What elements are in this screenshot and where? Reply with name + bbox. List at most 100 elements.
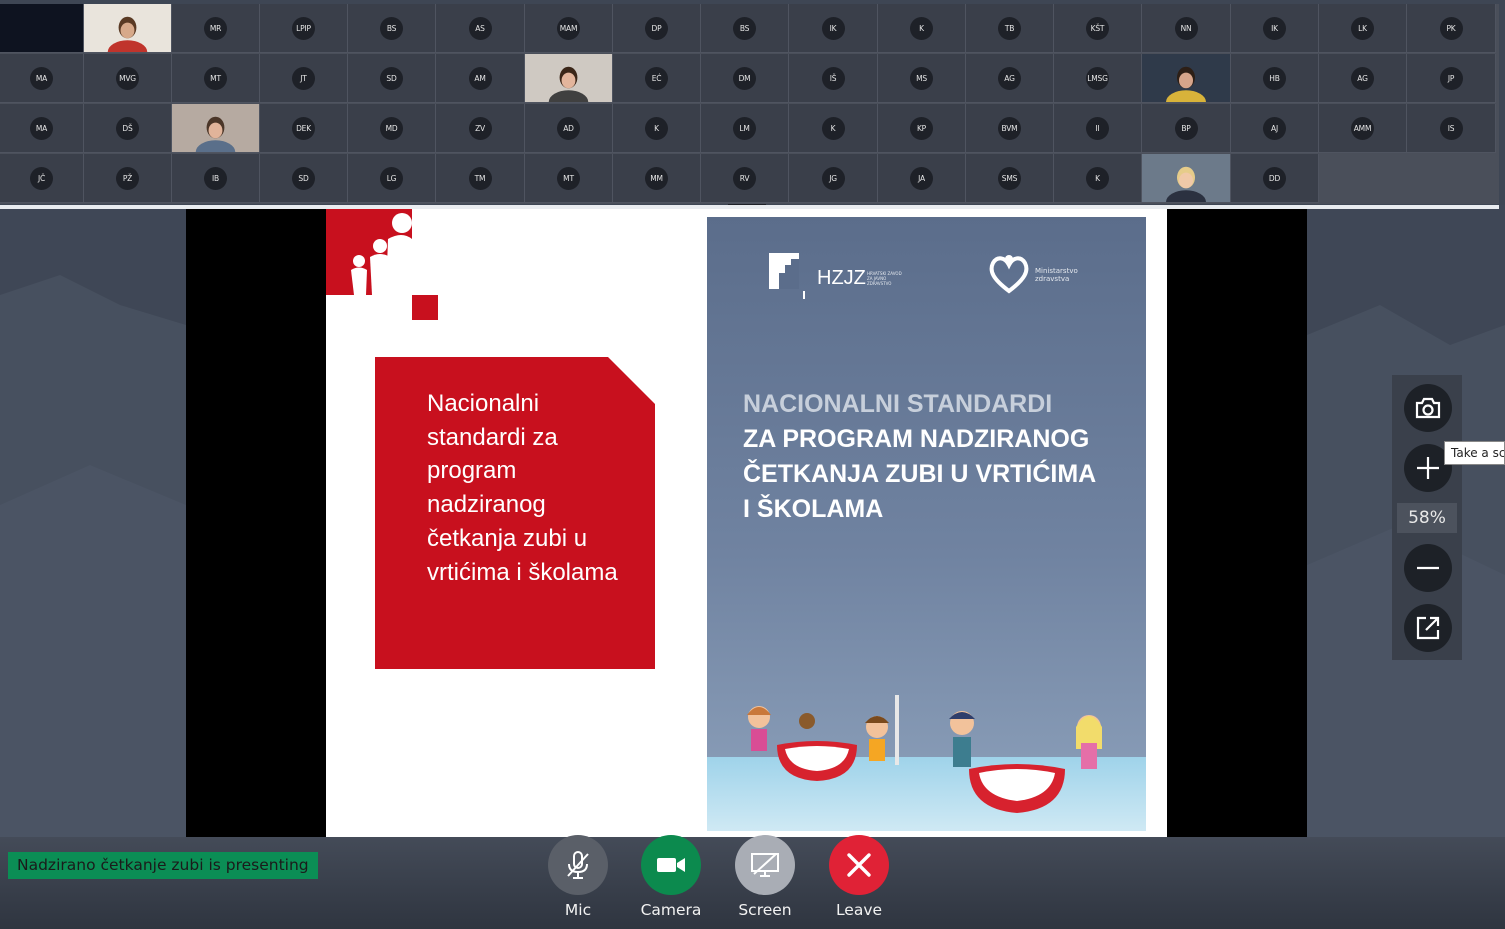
participant-tile[interactable]: MA [0,54,84,103]
participant-tile[interactable]: DEK [260,104,348,153]
participant-tile[interactable]: PŽ [84,154,172,203]
minus-icon [1417,566,1439,570]
popout-icon [1416,616,1440,640]
participant-tile[interactable]: MVG [84,54,172,103]
participant-tile[interactable]: MS [878,54,966,103]
participant-tile[interactable]: PK [1407,4,1496,53]
participant-tile[interactable]: JA [878,154,966,203]
participant-tile[interactable]: MT [525,154,613,203]
participant-tile[interactable]: LK [1319,4,1407,53]
participant-avatar: LPIP [292,16,315,40]
participant-tile[interactable]: MM [613,154,701,203]
participant-tile[interactable]: TB [966,4,1054,53]
screen-share-off-icon [751,853,779,877]
participant-tile[interactable]: AG [1319,54,1407,103]
zoom-panel: 58% [1392,375,1462,660]
participant-tile[interactable]: LMSG [1054,54,1142,103]
participant-tile[interactable]: MA [0,104,84,153]
participant-tile[interactable]: IS [1407,104,1496,153]
participant-video [84,4,171,52]
participant-video-tile[interactable] [1142,54,1231,103]
participant-video-tile[interactable] [84,4,172,53]
screen-button[interactable] [735,835,795,895]
zoom-out-button[interactable] [1404,544,1452,592]
camera-button[interactable] [641,835,701,895]
participant-tile[interactable]: MR [172,4,260,53]
participant-tile[interactable]: JT [260,54,348,103]
participant-avatar: JT [292,66,315,90]
participant-tile[interactable]: AS [436,4,525,53]
leave-control[interactable]: Leave [819,835,899,919]
participant-tile[interactable]: BS [701,4,789,53]
hzjz-logo-icon [769,253,805,299]
participant-tile[interactable]: LPIP [260,4,348,53]
participant-tile[interactable]: LM [701,104,789,153]
participant-tile[interactable]: AG [966,54,1054,103]
participant-tile[interactable]: KP [878,104,966,153]
participant-avatar: EĆ [645,66,668,90]
screen-control[interactable]: Screen [725,835,805,919]
participant-avatar: DEK [292,116,315,140]
participant-avatar: II [1086,116,1109,140]
participant-tile[interactable]: DD [1231,154,1319,203]
camera-control[interactable]: Camera [631,835,711,919]
participant-tile[interactable]: JP [1407,54,1496,103]
participant-tile[interactable]: ZV [436,104,525,153]
participant-tile[interactable]: K [613,104,701,153]
participant-avatar: K [645,116,668,140]
participant-avatar: AG [1351,66,1374,90]
participant-tile[interactable]: SD [260,154,348,203]
participant-tile[interactable]: HB [1231,54,1319,103]
screenshot-button[interactable] [1404,384,1452,432]
participant-tile[interactable]: IŠ [789,54,878,103]
participant-tile[interactable]: IB [172,154,260,203]
participant-tile[interactable]: DP [613,4,701,53]
participant-tile[interactable]: JČ [0,154,84,203]
participant-avatar: BP [1174,116,1198,140]
participant-tile[interactable]: BP [1142,104,1231,153]
participant-tile[interactable]: MAM [525,4,613,53]
participant-tile[interactable]: K [878,4,966,53]
participant-tile[interactable]: LG [348,154,436,203]
participant-tile[interactable]: AMM [1319,104,1407,153]
participant-video-tile[interactable] [172,104,260,153]
participant-tile[interactable]: MT [172,54,260,103]
leave-button[interactable] [829,835,889,895]
ministry-text-line2: zdravstva [1035,275,1070,283]
participant-video-tile[interactable] [525,54,613,103]
participant-avatar: LG [380,166,403,190]
participant-tile[interactable]: AJ [1231,104,1319,153]
participant-tile[interactable]: K [789,104,878,153]
participant-tile[interactable]: IK [1231,4,1319,53]
participant-avatar: HB [1263,66,1286,90]
mic-button[interactable] [548,835,608,895]
mic-control[interactable]: Mic [538,835,618,919]
participant-avatar: KŠT [1086,16,1109,40]
close-icon [847,853,871,877]
participant-tile[interactable]: JG [789,154,878,203]
participant-avatar: BS [733,16,756,40]
participant-tile[interactable]: EĆ [613,54,701,103]
participant-tile[interactable]: DM [701,54,789,103]
participant-tile[interactable]: AD [525,104,613,153]
participant-tile[interactable]: K [1054,154,1142,203]
ministry-logo-text: Ministarstvo zdravstva [1035,267,1078,283]
participant-avatar: JG [821,166,845,190]
participant-tile[interactable]: IK [789,4,878,53]
participant-avatar: ZV [468,116,492,140]
participant-tile[interactable]: SMS [966,154,1054,203]
participant-video-tile[interactable] [1142,154,1231,203]
participant-avatar: K [821,116,845,140]
participant-tile[interactable]: BS [348,4,436,53]
participant-tile[interactable]: BVM [966,104,1054,153]
participant-tile[interactable]: NN [1142,4,1231,53]
participant-tile[interactable]: DŠ [84,104,172,153]
participant-tile[interactable]: KŠT [1054,4,1142,53]
participant-tile[interactable]: TM [436,154,525,203]
popout-button[interactable] [1404,604,1452,652]
participant-tile[interactable]: RV [701,154,789,203]
participant-tile[interactable]: SD [348,54,436,103]
participant-tile[interactable]: II [1054,104,1142,153]
participant-tile[interactable]: AM [436,54,525,103]
participant-tile[interactable]: MD [348,104,436,153]
